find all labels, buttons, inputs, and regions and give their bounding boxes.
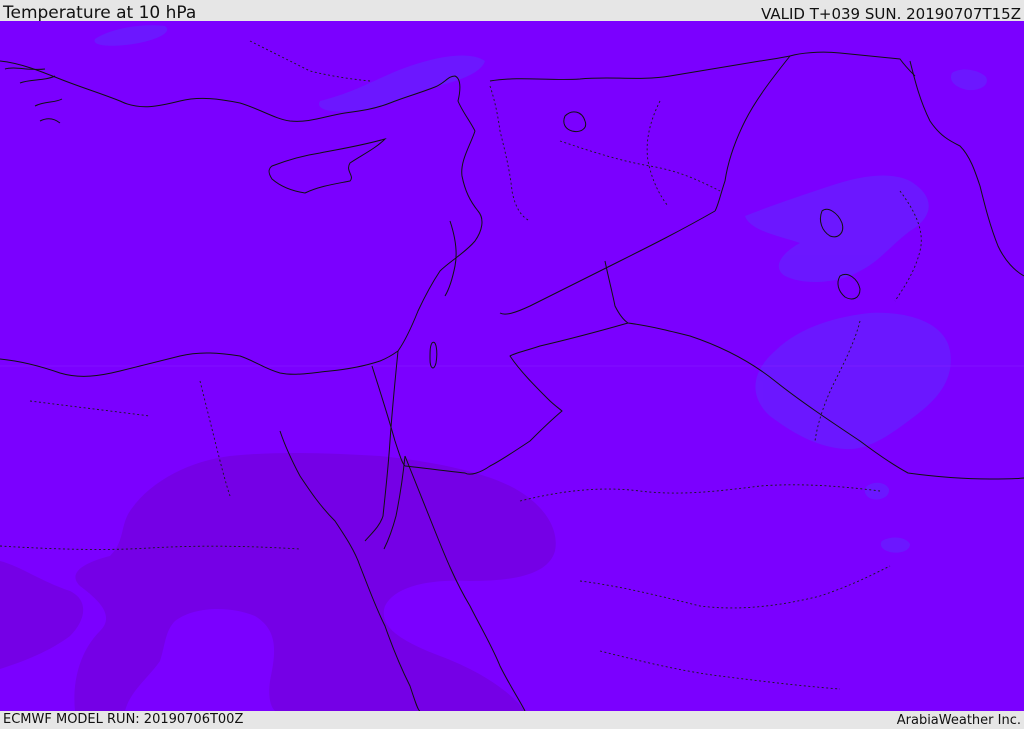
model-run: ECMWF MODEL RUN: 20190706T00Z — [3, 712, 244, 727]
map-title: Temperature at 10 hPa — [3, 3, 197, 23]
map-canvas[interactable] — [0, 21, 1024, 711]
header-bar: Temperature at 10 hPa VALID T+039 SUN. 2… — [0, 0, 1024, 23]
credit: ArabiaWeather Inc. — [896, 713, 1021, 728]
footer-bar: ECMWF MODEL RUN: 20190706T00Z ArabiaWeat… — [0, 711, 1024, 729]
weather-map-frame: Temperature at 10 hPa VALID T+039 SUN. 2… — [0, 0, 1024, 729]
map-svg — [0, 21, 1024, 711]
